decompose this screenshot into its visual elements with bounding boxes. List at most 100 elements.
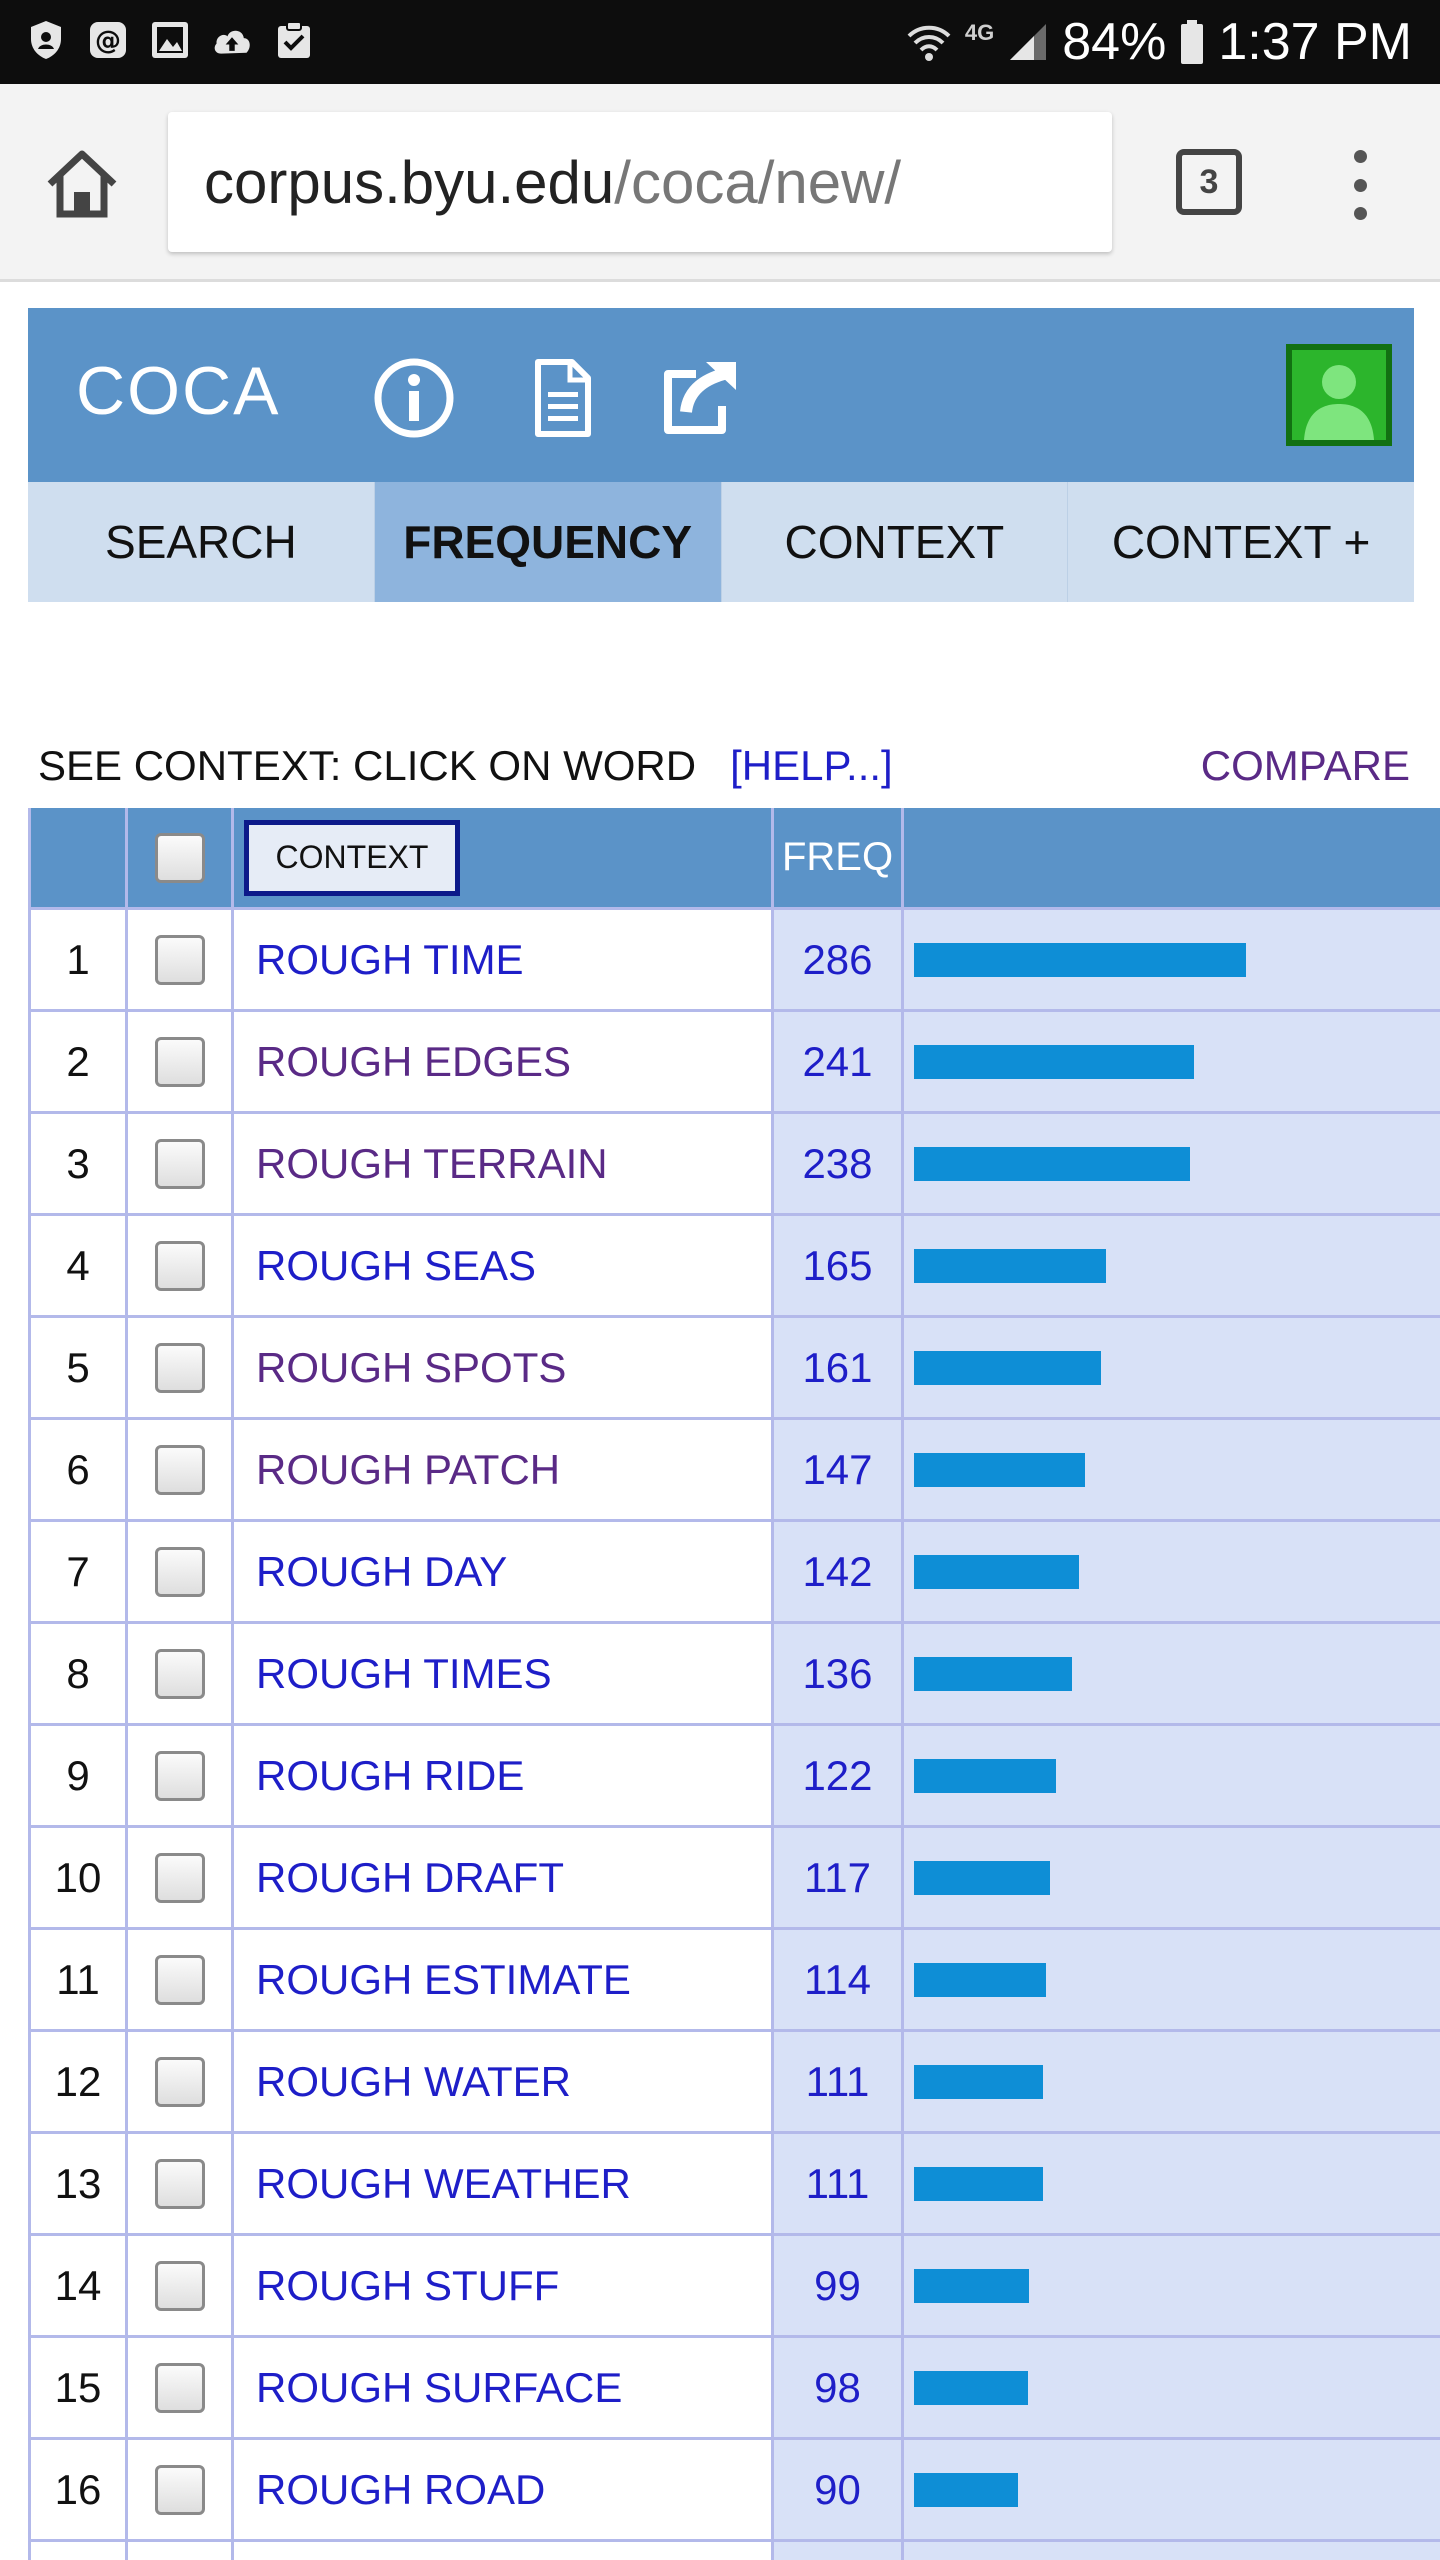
row-number: 4 xyxy=(28,1216,128,1315)
row-checkbox[interactable] xyxy=(154,1444,205,1495)
row-number: 16 xyxy=(28,2440,128,2539)
results-table: CONTEXT FREQ 1 ROUGH TIME 286 2 ROUGH EDGES 2… xyxy=(28,808,1440,2560)
freq-value: 165 xyxy=(774,1216,904,1315)
main-tabs: SEARCH FREQUENCY CONTEXT CONTEXT + xyxy=(28,482,1414,602)
user-avatar-icon[interactable] xyxy=(1286,344,1392,446)
at-sign-icon: @ xyxy=(88,18,128,62)
row-checkbox[interactable] xyxy=(154,1138,205,1189)
row-checkbox[interactable] xyxy=(154,934,205,985)
info-icon[interactable] xyxy=(372,356,456,440)
row-checkbox[interactable] xyxy=(154,2260,205,2311)
header-checkbox-cell xyxy=(128,808,234,907)
freq-bar xyxy=(914,1554,1079,1589)
freq-bar xyxy=(914,1962,1046,1997)
freq-value: 238 xyxy=(774,1114,904,1213)
row-number: 15 xyxy=(28,2338,128,2437)
external-link-icon[interactable] xyxy=(656,356,740,440)
freq-bar-cell xyxy=(904,1114,1440,1213)
freq-bar xyxy=(914,2166,1043,2201)
tab-frequency[interactable]: FREQUENCY xyxy=(373,482,721,602)
row-checkbox[interactable] xyxy=(154,1954,205,2005)
word-link[interactable]: ROUGH TERRAIN xyxy=(234,1114,774,1213)
row-checkbox-cell xyxy=(128,1420,234,1519)
compare-link[interactable]: COMPARE xyxy=(1201,742,1410,790)
freq-bar-cell xyxy=(904,1624,1440,1723)
app-title[interactable]: COCA xyxy=(76,352,280,430)
freq-bar xyxy=(914,942,1246,977)
row-checkbox-cell xyxy=(128,1726,234,1825)
freq-bar xyxy=(914,1044,1194,1079)
word-link[interactable]: ROUGH RIDE xyxy=(234,1726,774,1825)
word-link[interactable]: ROUGH SEAS xyxy=(234,1216,774,1315)
freq-value: 99 xyxy=(774,2236,904,2335)
header-context-cell: CONTEXT xyxy=(234,808,774,907)
tab-search[interactable]: SEARCH xyxy=(28,482,374,602)
tab-switcher-button[interactable]: 3 xyxy=(1176,149,1242,215)
freq-bar xyxy=(914,2472,1018,2507)
word-link[interactable]: ROUGH EDGES xyxy=(234,1012,774,1111)
word-link[interactable]: ROUGH WEATHER xyxy=(234,2134,774,2233)
row-checkbox-cell xyxy=(128,1522,234,1621)
freq-header: FREQ xyxy=(774,808,904,907)
row-number: 8 xyxy=(28,1624,128,1723)
home-icon[interactable] xyxy=(44,146,120,222)
table-row: 1 ROUGH TIME 286 xyxy=(28,910,1440,1012)
word-link[interactable]: ROUGH SURFACE xyxy=(234,2338,774,2437)
freq-bar xyxy=(914,1146,1190,1181)
row-checkbox-cell xyxy=(128,2032,234,2131)
freq-value xyxy=(774,2542,904,2560)
row-checkbox[interactable] xyxy=(154,2056,205,2107)
row-checkbox[interactable] xyxy=(154,2464,205,2515)
word-link[interactable]: ROUGH DAY xyxy=(234,1522,774,1621)
row-number: 13 xyxy=(28,2134,128,2233)
freq-bar-cell xyxy=(904,2032,1440,2131)
row-number: 5 xyxy=(28,1318,128,1417)
word-link[interactable]: ROUGH STUFF xyxy=(234,2236,774,2335)
context-button[interactable]: CONTEXT xyxy=(244,819,460,896)
help-link[interactable]: [HELP...] xyxy=(730,742,893,789)
freq-bar-cell xyxy=(904,2134,1440,2233)
clock: 1:37 PM xyxy=(1218,13,1412,71)
freq-bar-cell xyxy=(904,1012,1440,1111)
word-link[interactable]: ROUGH WATER xyxy=(234,2032,774,2131)
clipboard-check-icon xyxy=(274,18,314,62)
table-row: 9 ROUGH RIDE 122 xyxy=(28,1726,1440,1828)
row-checkbox[interactable] xyxy=(154,1750,205,1801)
row-checkbox[interactable] xyxy=(154,1648,205,1699)
row-checkbox[interactable] xyxy=(154,1036,205,1087)
row-checkbox-cell xyxy=(128,2542,234,2560)
freq-bar xyxy=(914,2268,1029,2303)
word-link[interactable]: ROUGH PATCH xyxy=(234,1420,774,1519)
freq-value: 286 xyxy=(774,910,904,1009)
row-number: 11 xyxy=(28,1930,128,2029)
freq-bar-cell xyxy=(904,1420,1440,1519)
browser-menu-button[interactable] xyxy=(1340,150,1380,220)
row-checkbox[interactable] xyxy=(154,2158,205,2209)
table-row: 10 ROUGH DRAFT 117 xyxy=(28,1828,1440,1930)
coca-header: COCA xyxy=(28,308,1414,482)
tab-context-plus[interactable]: CONTEXT + xyxy=(1067,482,1414,602)
row-checkbox[interactable] xyxy=(154,1546,205,1597)
row-checkbox[interactable] xyxy=(154,1852,205,1903)
word-link[interactable]: ROUGH ESTIMATE xyxy=(234,1930,774,2029)
row-checkbox[interactable] xyxy=(154,2362,205,2413)
url-bar[interactable]: corpus.byu.edu/coca/new/ xyxy=(168,112,1112,252)
word-link[interactable] xyxy=(234,2542,774,2560)
tab-count: 3 xyxy=(1199,162,1219,201)
header-num xyxy=(28,808,128,907)
document-icon[interactable] xyxy=(520,356,604,440)
word-link[interactable]: ROUGH TIMES xyxy=(234,1624,774,1723)
word-link[interactable]: ROUGH ROAD xyxy=(234,2440,774,2539)
freq-bar xyxy=(914,1248,1106,1283)
word-link[interactable]: ROUGH TIME xyxy=(234,910,774,1009)
row-number: 9 xyxy=(28,1726,128,1825)
freq-bar xyxy=(914,2064,1043,2099)
row-checkbox[interactable] xyxy=(154,1240,205,1291)
word-link[interactable]: ROUGH SPOTS xyxy=(234,1318,774,1417)
see-context-label: SEE CONTEXT: CLICK ON WORD xyxy=(38,742,697,789)
word-link[interactable]: ROUGH DRAFT xyxy=(234,1828,774,1927)
tab-context[interactable]: CONTEXT xyxy=(720,482,1068,602)
row-checkbox[interactable] xyxy=(154,1342,205,1393)
row-checkbox-cell xyxy=(128,2440,234,2539)
select-all-checkbox[interactable] xyxy=(154,832,205,883)
